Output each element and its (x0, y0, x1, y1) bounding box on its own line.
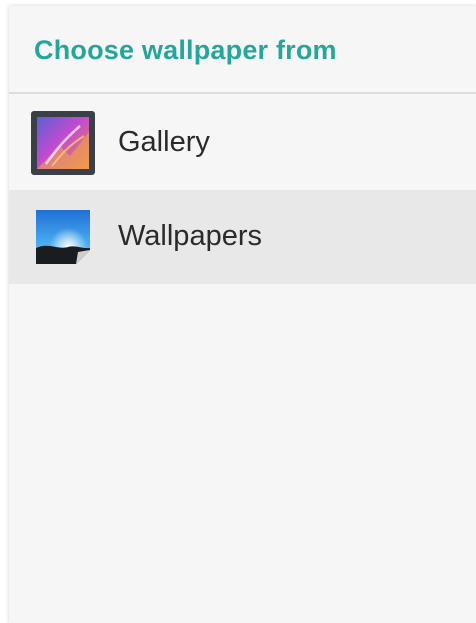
chooser-dialog: Choose wallpaper from Gallery Wallpapers (9, 6, 476, 623)
list-item-label: Wallpapers (118, 220, 262, 252)
list-item-wallpapers[interactable]: Wallpapers (9, 190, 476, 284)
gallery-icon (31, 111, 95, 175)
list-item-label: Gallery (118, 126, 210, 158)
wallpapers-icon (36, 210, 90, 264)
dialog-header: Choose wallpaper from (9, 6, 476, 94)
list-item-gallery[interactable]: Gallery (9, 96, 476, 190)
app-list: Gallery Wallpapers (9, 96, 476, 284)
dialog-title: Choose wallpaper from (34, 35, 337, 65)
